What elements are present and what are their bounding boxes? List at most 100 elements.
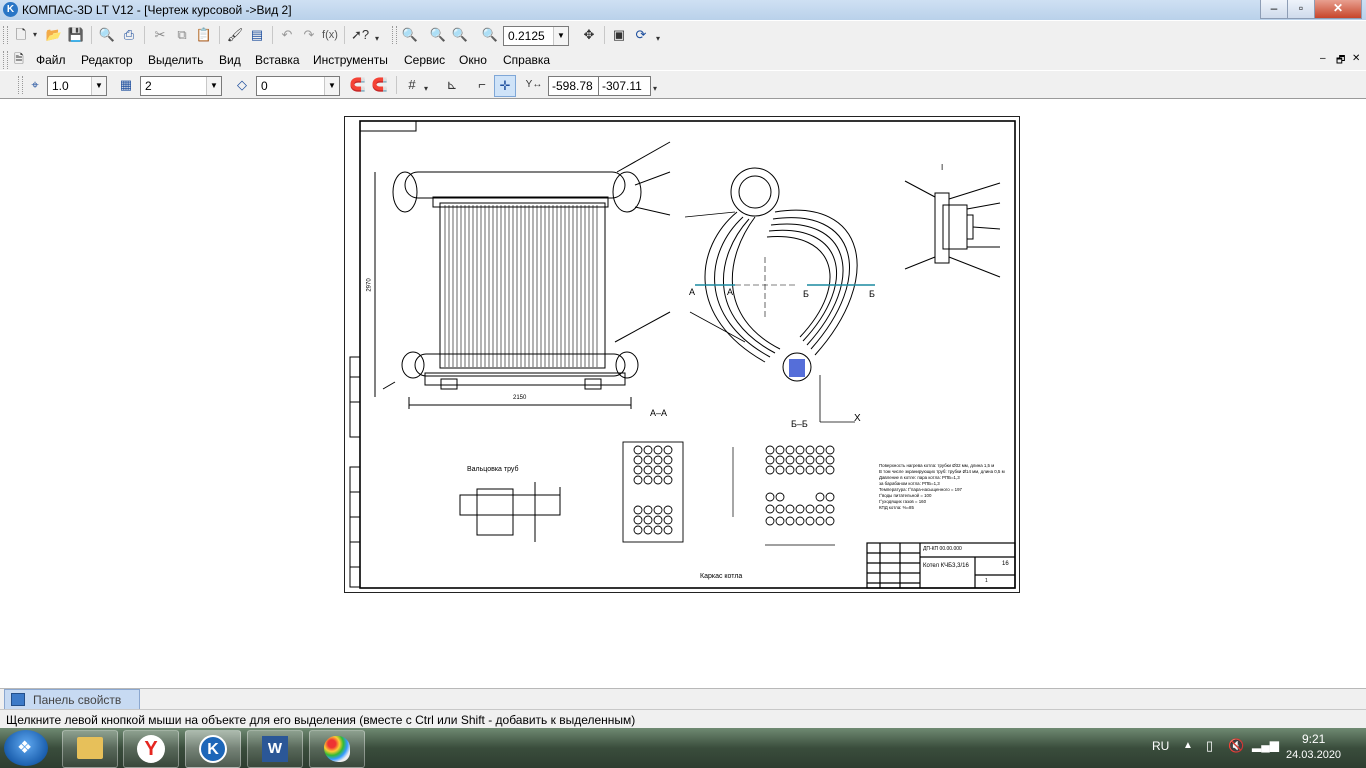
kompas-logo-icon: K	[3, 2, 18, 17]
new-dropdown-icon[interactable]: ▾	[30, 25, 40, 45]
toolbar-separator	[272, 26, 273, 44]
close-button[interactable]: ✕	[1314, 0, 1362, 19]
tube-rolling-caption: Вальцовка труб	[467, 466, 519, 473]
open-folder-icon[interactable]: 📂	[44, 25, 64, 45]
refresh-icon[interactable]: ⟳	[631, 25, 651, 45]
taskbar-word[interactable]: W	[247, 730, 303, 768]
doc-minimize-icon[interactable]: –	[1320, 53, 1326, 64]
layer-combo[interactable]: 2 ▼	[140, 76, 222, 96]
panel-icon	[11, 693, 25, 706]
language-indicator[interactable]: RU	[1152, 739, 1169, 753]
menu-help[interactable]: Справка	[503, 52, 550, 68]
help-pointer-icon[interactable]: ➚?	[350, 25, 370, 45]
axis-x-label: X	[854, 413, 861, 424]
menu-window[interactable]: Окно	[459, 52, 487, 68]
magnet-snap-icon[interactable]: 🧲	[348, 75, 368, 95]
view-i-label: I	[941, 163, 944, 172]
coord-x-field[interactable]: -598.78	[548, 76, 599, 96]
cursor-snap-icon[interactable]: ✛	[494, 75, 516, 97]
height-dimension: 2970	[366, 278, 373, 292]
taskbar-paint[interactable]	[309, 730, 365, 768]
battery-icon[interactable]: ▯	[1206, 738, 1213, 754]
windows-logo-icon: ❖	[17, 738, 33, 757]
menu-service[interactable]: Сервис	[404, 52, 445, 68]
taskbar: ❖ Y K W RU ▲ ▯ 🔇 ▂▄▆ 9:21 24.03.2020	[0, 728, 1366, 768]
toolbar-overflow-icon[interactable]: ▾	[372, 29, 382, 49]
undo-icon[interactable]: ↶	[277, 25, 297, 45]
chevron-down-icon[interactable]: ▼	[553, 27, 568, 45]
tray-expand-icon[interactable]: ▲	[1183, 740, 1193, 751]
chevron-down-icon[interactable]: ▼	[324, 77, 339, 95]
local-cs-icon[interactable]: ⊾	[442, 75, 462, 95]
paste-icon[interactable]: 📋	[194, 25, 214, 45]
section-aa-label: А–А	[650, 408, 668, 418]
zoom-in-icon[interactable]: 🔍	[428, 25, 448, 45]
document-menu-icon[interactable]: 🗎	[9, 49, 29, 69]
new-document-icon[interactable]: 🗋	[11, 25, 31, 45]
taskbar-kompas[interactable]: K	[185, 730, 241, 768]
properties-icon[interactable]: ▤	[247, 25, 267, 45]
chevron-down-icon[interactable]: ▼	[206, 77, 221, 95]
zoom-window-icon[interactable]: 🔍	[400, 25, 420, 45]
grid-icon[interactable]: #	[402, 75, 422, 95]
stamp-sheets: 16	[1002, 561, 1009, 567]
technical-notes: Поверхность нагрева котла: трубки Ø32 мм…	[879, 463, 1014, 511]
start-button[interactable]: ❖	[4, 730, 48, 766]
drawing-sheet[interactable]: А–А Б–Б А А Б Б X I Вальцовка труб Карка…	[344, 116, 1020, 593]
section-mark-b-left: Б	[803, 289, 809, 299]
toolbar-overflow-icon[interactable]: ▾	[650, 79, 660, 99]
menu-file[interactable]: Файл	[36, 52, 66, 68]
snap-step-icon[interactable]: ⌖	[25, 75, 45, 95]
menu-bar: 🗎	[0, 49, 1366, 70]
doc-restore-icon[interactable]: 🗗	[1336, 53, 1345, 70]
toolbar-grip[interactable]	[392, 26, 397, 44]
toolbar-grip[interactable]	[18, 76, 23, 94]
chevron-down-icon[interactable]: ▼	[91, 77, 106, 95]
menu-select[interactable]: Выделить	[148, 52, 203, 68]
taskbar-yandex[interactable]: Y	[123, 730, 179, 768]
toolbar-separator	[219, 26, 220, 44]
menu-editor[interactable]: Редактор	[81, 52, 133, 68]
toolbar-grip[interactable]	[3, 51, 8, 69]
menu-tools[interactable]: Инструменты	[313, 52, 388, 68]
taskbar-explorer[interactable]	[62, 730, 118, 768]
ortho-icon[interactable]: ⌐	[472, 75, 492, 95]
clock-time[interactable]: 9:21	[1302, 732, 1325, 746]
style-combo[interactable]: 0 ▼	[256, 76, 340, 96]
step-combo[interactable]: 1.0 ▼	[47, 76, 107, 96]
coord-y-field[interactable]: -307.11	[598, 76, 651, 96]
print-preview-icon[interactable]: 🔍	[97, 25, 117, 45]
menu-view[interactable]: Вид	[219, 52, 241, 68]
zoom-out-icon[interactable]: 🔍	[450, 25, 470, 45]
toolbar-overflow-icon[interactable]: ▾	[653, 29, 663, 49]
menu-insert[interactable]: Вставка	[255, 52, 300, 68]
zoom-combo[interactable]: 0.2125 ▼	[503, 26, 569, 46]
grid-dropdown-icon[interactable]: ▾	[421, 79, 431, 99]
toolbar-grip[interactable]	[3, 26, 8, 44]
layer-value: 2	[145, 79, 152, 93]
print-icon[interactable]: ⎙	[119, 25, 139, 45]
copy-icon[interactable]: ⧉	[172, 25, 192, 45]
show-all-icon[interactable]: ▣	[609, 25, 629, 45]
layer-style-icon[interactable]: ◇	[232, 75, 252, 95]
zoom-scale-icon[interactable]: 🔍	[480, 25, 500, 45]
maximize-button[interactable]: ▫	[1287, 0, 1315, 19]
current-layer-icon[interactable]: ▦	[116, 75, 136, 95]
volume-muted-icon[interactable]: 🔇	[1228, 738, 1244, 754]
redo-icon[interactable]: ↷	[299, 25, 319, 45]
folder-icon	[77, 737, 103, 759]
network-signal-icon[interactable]: ▂▄▆	[1252, 738, 1279, 752]
properties-panel-tab[interactable]: Панель свойств	[4, 689, 140, 710]
doc-close-icon[interactable]: ✕	[1352, 53, 1360, 64]
cut-icon[interactable]: ✂	[150, 25, 170, 45]
style-value: 0	[261, 79, 268, 93]
save-icon[interactable]: 💾	[66, 25, 86, 45]
pan-icon[interactable]: ✥	[579, 25, 599, 45]
coordinates-icon: Y↔	[525, 79, 543, 90]
magnet-local-icon[interactable]: 🧲	[370, 75, 390, 95]
casing-caption: Каркас котла	[700, 573, 743, 580]
function-icon[interactable]: f(x)	[320, 25, 340, 45]
clock-date[interactable]: 24.03.2020	[1286, 749, 1341, 761]
format-painter-icon[interactable]: 🖌	[225, 25, 245, 45]
minimize-button[interactable]: –	[1260, 0, 1288, 19]
